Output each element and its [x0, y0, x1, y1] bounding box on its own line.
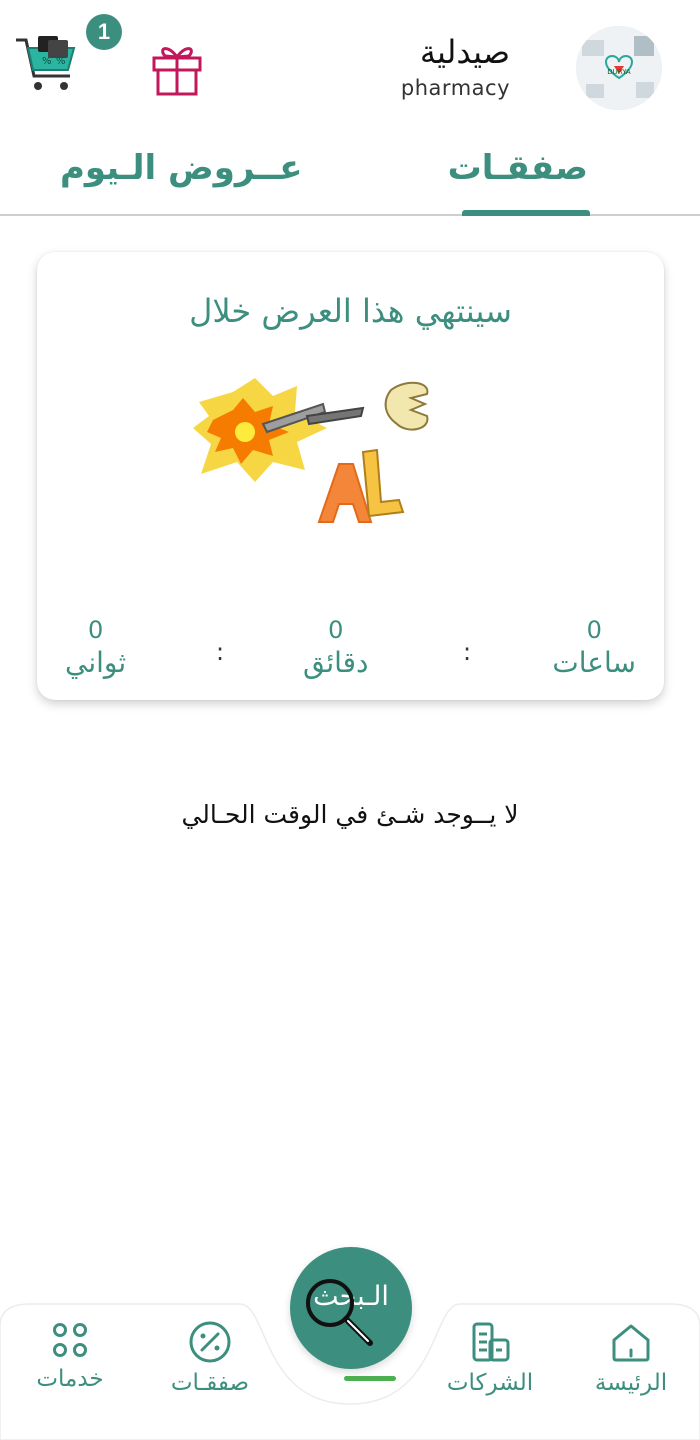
nav-companies[interactable]: الشركات	[430, 1320, 550, 1396]
store-logo-image: DURYA	[576, 26, 662, 110]
tab-bar: عــروض الـيوم صفقـات	[0, 130, 700, 216]
nav-home[interactable]: الرئيسة	[571, 1320, 691, 1396]
cart-count-badge: 1	[86, 14, 122, 50]
countdown-seconds: 0 ثواني	[65, 614, 126, 680]
tab-deals[interactable]: صفقـات	[448, 148, 588, 188]
cart-button[interactable]: % %	[12, 30, 80, 96]
svg-text:%: %	[42, 56, 52, 67]
store-avatar[interactable]: DURYA	[576, 26, 662, 110]
nav-companies-label: الشركات	[446, 1370, 534, 1396]
minutes-label: دقائق	[303, 646, 369, 679]
store-subtitle: pharmacy	[400, 76, 510, 100]
tab-todays-offers[interactable]: عــروض الـيوم	[60, 148, 302, 188]
countdown-separator: :	[216, 638, 225, 666]
hours-label: ساعات	[552, 646, 636, 679]
percent-icon	[189, 1321, 231, 1363]
nav-deals-label: صفقـات	[170, 1370, 250, 1396]
magnifier-icon	[306, 1279, 373, 1346]
nav-home-label: الرئيسة	[594, 1370, 668, 1396]
offer-card-title: سينتهي هذا العرض خلال	[189, 292, 512, 330]
page: % % 1 صيدلية pharmacy DURYA عــروض الـيو…	[0, 0, 700, 1440]
seconds-label: ثواني	[65, 646, 127, 679]
countdown-minutes: 0 دقائق	[303, 614, 369, 680]
nav-deals[interactable]: صفقـات	[150, 1320, 270, 1396]
gift-button[interactable]	[150, 40, 204, 98]
nav-services-label: خدمات	[36, 1366, 104, 1392]
avatar-text: DURYA	[607, 68, 631, 76]
store-name: صيدلية	[419, 33, 510, 71]
countdown-separator: :	[463, 638, 472, 666]
shopping-cart-icon: % %	[16, 36, 76, 90]
search-active-indicator	[344, 1376, 396, 1381]
countdown-hours: 0 ساعات	[552, 614, 636, 680]
minutes-value: 0	[328, 616, 344, 644]
active-tab-indicator	[462, 210, 590, 216]
offer-card: سينتهي هذا العرض خلال 0 ساعات : 0 دقائق …	[37, 252, 664, 700]
hours-value: 0	[586, 616, 602, 644]
empty-state-message: لا يــوجد شـئ في الوقت الحـالي	[181, 800, 519, 829]
svg-text:%: %	[56, 56, 66, 67]
sale-explosion-image	[193, 378, 429, 523]
seconds-value: 0	[87, 616, 104, 644]
nav-services[interactable]: خدمات	[10, 1320, 130, 1392]
grid-dots-icon	[53, 1323, 87, 1357]
search-button[interactable]: الـبحث	[290, 1247, 412, 1369]
app-header: % % 1 صيدلية pharmacy DURYA	[0, 0, 700, 130]
gift-icon	[152, 47, 202, 96]
buildings-icon	[472, 1322, 510, 1362]
home-icon	[612, 1324, 650, 1362]
